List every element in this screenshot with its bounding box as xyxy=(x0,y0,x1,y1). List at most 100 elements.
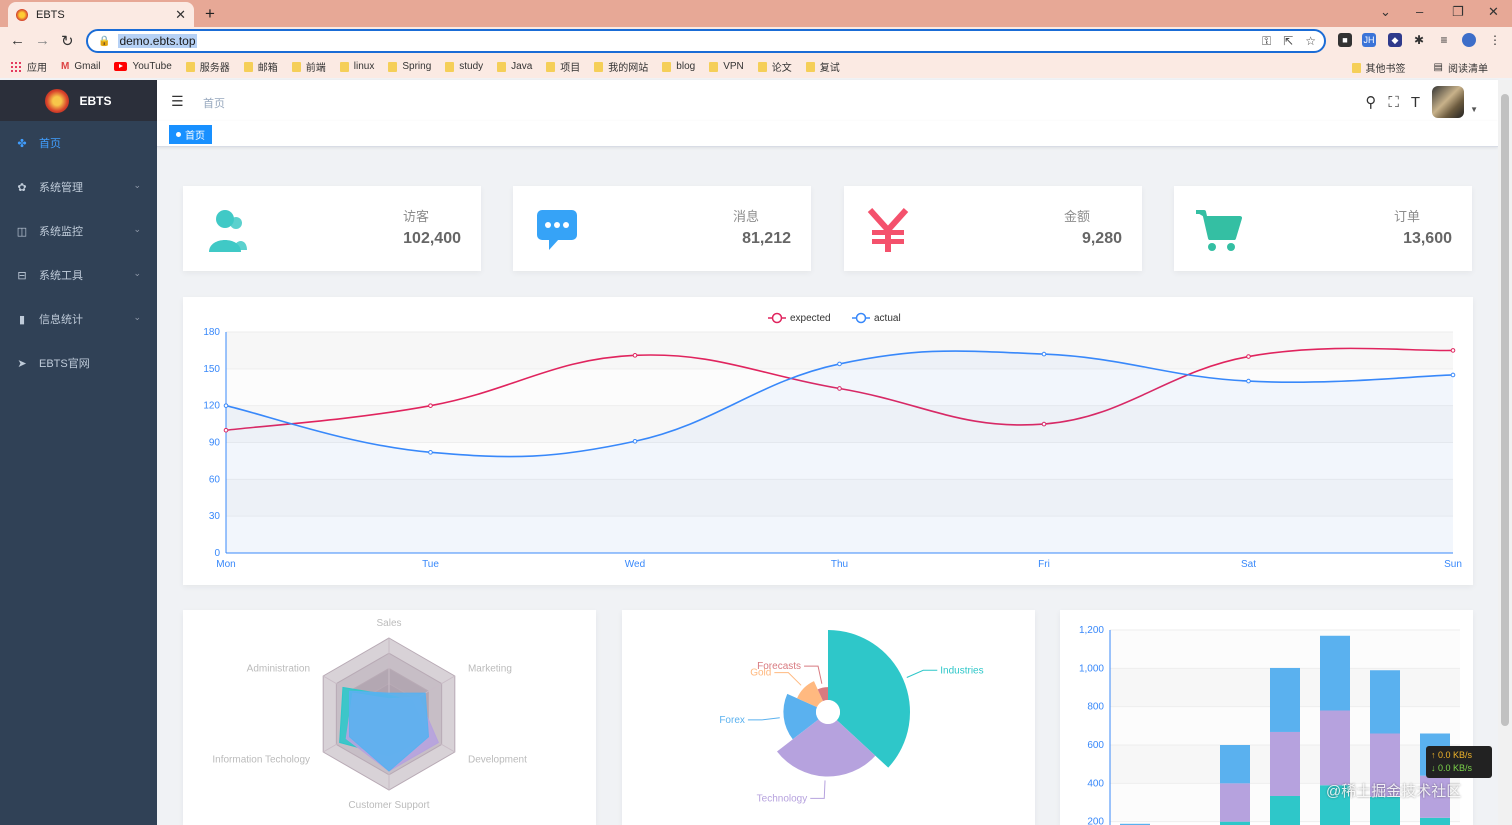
search-icon[interactable]: ⚲ xyxy=(1365,93,1376,111)
back-icon[interactable]: ← xyxy=(10,32,25,49)
page-scrollbar[interactable] xyxy=(1498,80,1512,825)
new-tab-icon[interactable]: + xyxy=(205,4,215,24)
bookmark-other[interactable]: 其他书签 xyxy=(1351,60,1406,75)
stat-card-messages[interactable]: 消息 81,212 xyxy=(513,186,811,271)
x-tick-label: Tue xyxy=(422,559,439,570)
extension-3-icon[interactable]: ◆ xyxy=(1388,33,1402,47)
restore-icon[interactable]: ❐ xyxy=(1452,4,1464,20)
bookmark-folder[interactable]: 论文 xyxy=(757,59,792,74)
chevron-down-icon: ⌄ xyxy=(133,180,141,190)
sidebar-item-system-tools[interactable]: ⊟ 系统工具 ⌄ xyxy=(0,253,157,297)
y-tick-label: 400 xyxy=(1087,778,1104,789)
radar-indicator-label: Customer Support xyxy=(348,800,429,811)
minimize-icon[interactable]: – xyxy=(1416,4,1423,19)
sidebar-item-home[interactable]: ✤ 首页 xyxy=(0,121,157,165)
pie-chart: IndustriesTechnologyForexGoldForecasts xyxy=(719,630,984,804)
bookmark-folder[interactable]: study xyxy=(445,61,483,72)
sidebar-logo[interactable]: EBTS xyxy=(0,80,157,121)
legend-label: expected xyxy=(790,313,831,324)
bookmark-label: 其他书签 xyxy=(1365,64,1406,75)
sidebar-item-system-monitor[interactable]: ◫ 系统监控 ⌄ xyxy=(0,209,157,253)
forward-icon[interactable]: → xyxy=(35,32,50,49)
bookmark-label: Java xyxy=(511,61,533,72)
sidebar-item-website[interactable]: ➤ EBTS官网 xyxy=(0,341,157,385)
bookmark-label: blog xyxy=(676,61,696,72)
data-point xyxy=(837,361,842,367)
browser-tab[interactable]: EBTS ✕ xyxy=(8,2,194,27)
apps-grid-icon xyxy=(10,61,21,72)
bookmark-folder[interactable]: 服务器 xyxy=(185,59,230,74)
data-point xyxy=(428,450,433,455)
bookmark-folder[interactable]: 邮箱 xyxy=(243,59,278,74)
y-tick-label: 30 xyxy=(209,511,221,522)
y-tick-label: 0 xyxy=(214,548,220,559)
avatar[interactable] xyxy=(1432,86,1465,118)
close-tab-icon[interactable]: ✕ xyxy=(175,7,186,23)
share-icon[interactable]: ⇱ xyxy=(1283,34,1293,49)
bookmark-label: linux xyxy=(353,61,375,72)
radar-indicator-label: Administration xyxy=(247,663,310,674)
profile-icon[interactable] xyxy=(1462,33,1476,47)
bookmark-gmail[interactable]: M Gmail xyxy=(61,61,100,72)
book-icon: ▮ xyxy=(18,313,26,326)
line-chart: 0 30 60 90 120 150 180 Mon Tue Wed Thu Fri Sat Sun exp… xyxy=(203,312,1462,570)
data-point xyxy=(1246,378,1251,384)
sidebar-item-label: EBTS官网 xyxy=(39,358,90,370)
bookmark-label: 前端 xyxy=(305,63,326,74)
bookmark-folder[interactable]: linux xyxy=(339,61,375,72)
stat-value: 81,212 xyxy=(742,230,791,247)
caret-down-icon[interactable]: ▼ xyxy=(1470,105,1478,114)
key-icon[interactable]: ⚿ xyxy=(1262,34,1271,49)
bookmark-reading-list[interactable]: ▤ 阅读清单 xyxy=(1434,60,1488,75)
bar-segment xyxy=(1320,710,1350,786)
tab-search-icon[interactable]: ⌄ xyxy=(1380,4,1391,20)
folder-icon xyxy=(709,61,719,72)
bar-segment xyxy=(1220,783,1250,822)
address-bar[interactable]: 🔒 demo.ebts.top ⚿ ⇱ ☆ xyxy=(86,29,1326,53)
radar-indicator-label: Sales xyxy=(376,618,401,629)
tag-label: 首页 xyxy=(185,131,205,142)
hamburger-icon[interactable]: ☰ xyxy=(171,93,184,110)
url-text[interactable]: demo.ebts.top xyxy=(118,34,197,48)
menu-kebab-icon[interactable]: ⋮ xyxy=(1488,33,1502,47)
reading-list-icon: ▤ xyxy=(1433,62,1443,73)
bookmark-apps[interactable]: 应用 xyxy=(10,59,47,74)
legend-label: actual xyxy=(874,313,901,324)
fullscreen-icon[interactable]: ⛶ xyxy=(1388,94,1399,111)
bookmark-folder[interactable]: 复试 xyxy=(805,59,840,74)
pie-chart-card: Industries Technology Forex Gold Forecasts xyxy=(622,610,1035,825)
extensions-puzzle-icon[interactable]: ✱ xyxy=(1412,33,1426,47)
download-speed: ↓ 0.0 KB/s xyxy=(1431,763,1473,773)
bookmark-star-icon[interactable]: ☆ xyxy=(1305,34,1316,49)
close-window-icon[interactable]: ✕ xyxy=(1488,4,1499,20)
stat-card-visitors[interactable]: 访客 102,400 xyxy=(183,186,481,271)
bookmark-youtube[interactable]: YouTube xyxy=(114,61,172,72)
bar-segment xyxy=(1420,817,1450,825)
data-point xyxy=(1450,372,1456,378)
extension-1-icon[interactable]: ■ xyxy=(1338,33,1352,47)
pie-label-line xyxy=(774,672,802,686)
bookmark-label: 阅读清单 xyxy=(1448,64,1488,75)
folder-icon xyxy=(497,61,507,72)
extension-jh-icon[interactable]: JH xyxy=(1362,33,1376,47)
reading-list-icon[interactable]: ≡ xyxy=(1437,33,1451,47)
bookmarks-bar: 应用 M Gmail YouTube 服务器 邮箱 前端 linux Spring… xyxy=(0,55,1512,78)
bookmark-folder[interactable]: VPN xyxy=(709,61,744,72)
bookmark-folder[interactable]: 前端 xyxy=(291,59,326,74)
bookmark-folder[interactable]: blog xyxy=(662,61,695,72)
stat-card-orders[interactable]: 订单 13,600 xyxy=(1174,186,1472,271)
sidebar: EBTS ✤ 首页 ✿ 系统管理 ⌄ ◫ 系统监控 ⌄ ⊟ 系统工具 ⌄ ▮ 信… xyxy=(0,80,157,825)
font-size-icon[interactable]: T xyxy=(1411,94,1420,111)
sidebar-item-statistics[interactable]: ▮ 信息统计 ⌄ xyxy=(0,297,157,341)
stat-card-amount[interactable]: 金额 9,280 xyxy=(844,186,1142,271)
bookmark-folder[interactable]: 我的网站 xyxy=(594,59,648,74)
bookmark-folder[interactable]: Spring xyxy=(388,61,431,72)
sidebar-item-system-management[interactable]: ✿ 系统管理 ⌄ xyxy=(0,165,157,209)
scrollbar-thumb[interactable] xyxy=(1501,94,1509,726)
reload-icon[interactable]: ↻ xyxy=(61,32,74,50)
folder-icon xyxy=(339,61,349,72)
bookmark-folder[interactable]: Java xyxy=(497,61,532,72)
bookmark-folder[interactable]: 项目 xyxy=(546,59,580,74)
tag-home[interactable]: 首页 xyxy=(169,125,212,144)
sidebar-item-label: 系统工具 xyxy=(39,270,83,282)
